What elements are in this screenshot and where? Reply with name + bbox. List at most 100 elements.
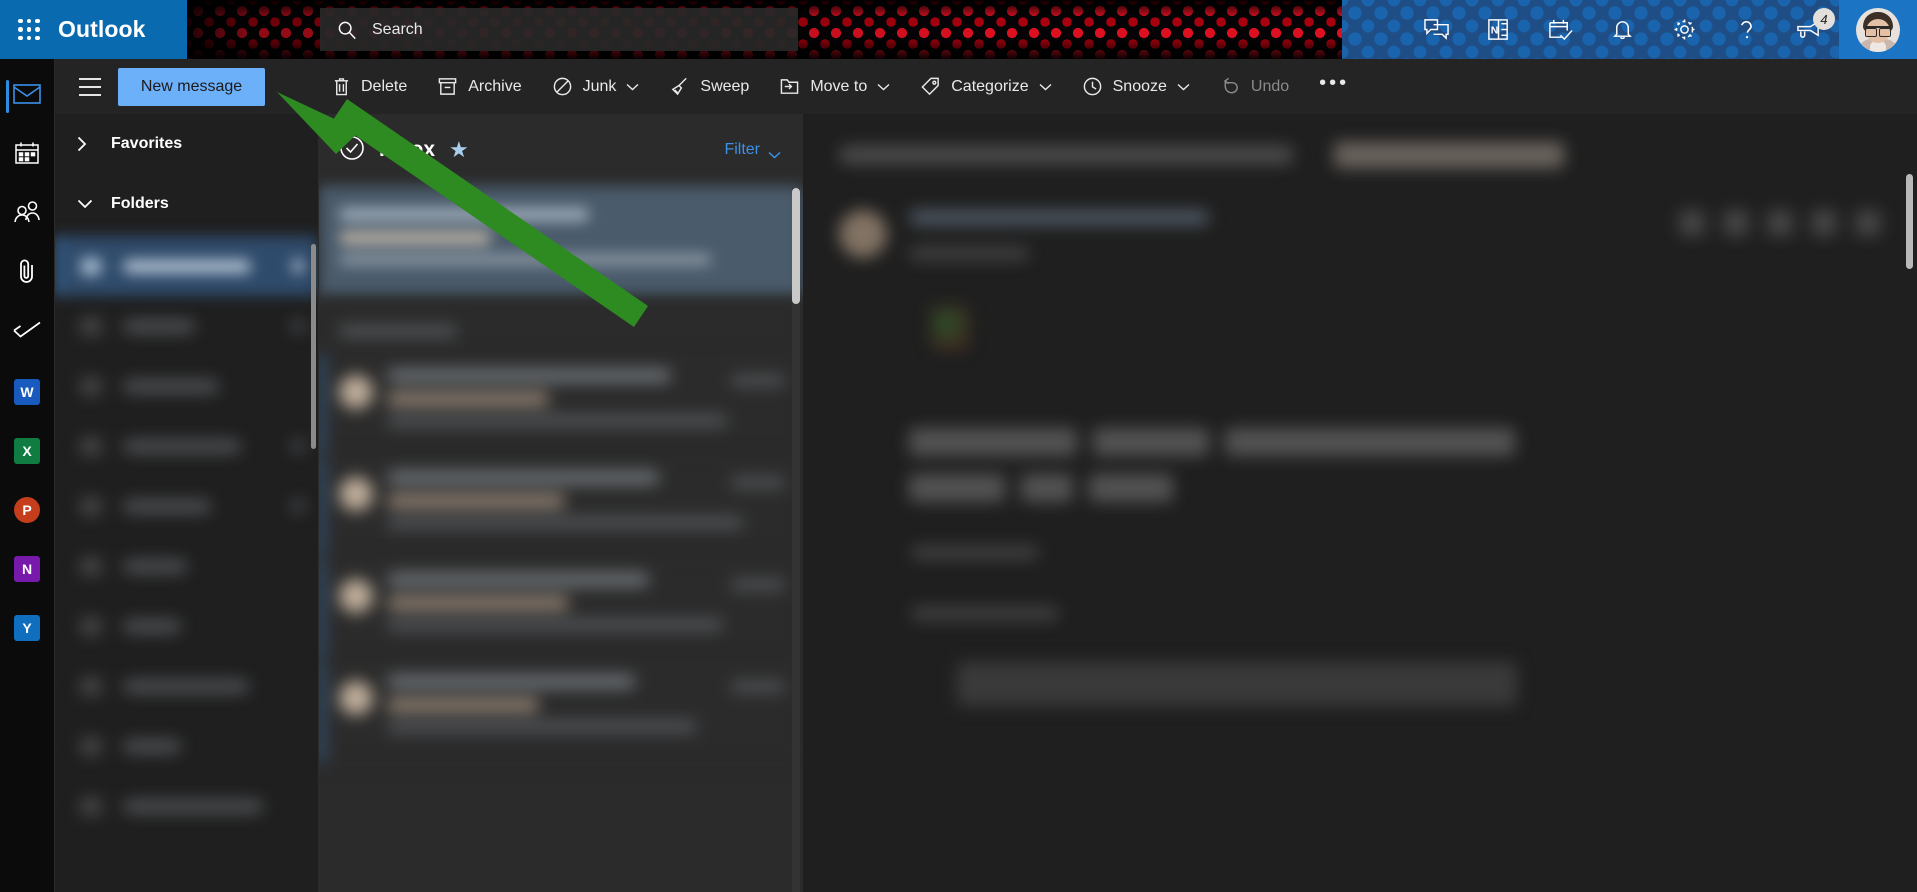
onenote-icon[interactable]: N	[1474, 0, 1522, 59]
svg-text:N: N	[1490, 24, 1498, 36]
rail-item-yammer[interactable]: Y	[0, 598, 55, 657]
body-block	[1225, 428, 1515, 456]
folder-count	[292, 440, 304, 452]
search-icon	[336, 19, 358, 41]
table-row[interactable]	[319, 456, 803, 558]
message-sender	[387, 369, 671, 382]
folder-row[interactable]	[55, 596, 318, 656]
message-sender	[387, 573, 649, 586]
folder-name	[123, 739, 181, 753]
chevron-down-icon	[626, 83, 639, 91]
search-box[interactable]: Search	[320, 8, 798, 51]
rail-item-calendar[interactable]	[0, 126, 55, 185]
message-date	[731, 375, 785, 386]
snooze-button[interactable]: Snooze	[1071, 66, 1201, 108]
avatar	[839, 210, 887, 258]
help-question-icon[interactable]	[1722, 0, 1770, 59]
rail-item-powerpoint[interactable]: P	[0, 480, 55, 539]
junk-label: Junk	[582, 77, 617, 95]
checkmark-todo-icon	[12, 320, 42, 345]
star-icon[interactable]: ★	[449, 139, 469, 161]
message-subject	[387, 495, 565, 507]
folder-name	[123, 439, 241, 453]
folders-group-header[interactable]: Folders	[55, 174, 318, 234]
folder-count	[292, 320, 304, 332]
folder-name	[123, 319, 195, 333]
message-sender	[387, 471, 659, 484]
rail-item-files[interactable]	[0, 244, 55, 303]
move-to-button[interactable]: Move to	[768, 66, 901, 108]
undo-arrow-icon	[1220, 76, 1241, 97]
whats-new-megaphone-icon[interactable]: 4	[1784, 0, 1835, 59]
rail-item-onenote[interactable]: N	[0, 539, 55, 598]
nav-toggle-hamburger-icon[interactable]	[67, 68, 113, 106]
page-title: Inbox	[379, 138, 435, 161]
body-line	[911, 546, 1039, 559]
folder-pane-scrollbar[interactable]	[311, 244, 316, 449]
rail-item-people[interactable]	[0, 185, 55, 244]
chevron-down-icon	[1039, 83, 1052, 91]
chevron-down-icon	[1177, 83, 1190, 91]
reading-pane-scrollbar[interactable]	[1906, 174, 1913, 269]
yammer-icon: Y	[14, 614, 40, 641]
table-row[interactable]	[319, 186, 803, 298]
junk-button[interactable]: Junk	[541, 66, 651, 108]
folder-row[interactable]	[55, 356, 318, 416]
chevron-down-icon	[768, 146, 781, 159]
app-rail: W X P N Y	[0, 59, 55, 892]
rail-item-to-do[interactable]	[0, 303, 55, 362]
message-sender	[909, 210, 1209, 225]
folder-row[interactable]	[55, 536, 318, 596]
ellipsis-overflow-icon: •••	[1319, 72, 1350, 94]
body-block	[909, 474, 1005, 502]
body-card	[957, 662, 1517, 706]
new-message-button[interactable]: New message	[118, 67, 265, 106]
folder-icon	[81, 677, 101, 695]
message-list-scrollbar[interactable]	[792, 188, 800, 304]
message-date	[731, 579, 785, 590]
sweep-button[interactable]: Sweep	[658, 66, 760, 108]
filter-button[interactable]: Filter	[724, 141, 781, 159]
message-embedded-logo	[931, 306, 969, 350]
favorites-group-header[interactable]: Favorites	[55, 114, 318, 174]
folder-row[interactable]	[55, 476, 318, 536]
folders-label: Folders	[111, 195, 169, 212]
undo-button[interactable]: Undo	[1209, 66, 1300, 108]
teams-chat-icon[interactable]	[1412, 0, 1460, 59]
table-row[interactable]	[319, 298, 803, 354]
folder-name	[123, 799, 263, 813]
app-title[interactable]: Outlook	[58, 16, 146, 43]
avatar[interactable]	[1839, 0, 1917, 59]
settings-gear-icon[interactable]	[1660, 0, 1708, 59]
app-launcher-grid-icon[interactable]	[14, 15, 44, 45]
folder-row[interactable]	[55, 656, 318, 716]
folder-row[interactable]	[55, 776, 318, 836]
folder-row[interactable]	[55, 296, 318, 356]
rail-item-word[interactable]: W	[0, 362, 55, 421]
folder-row[interactable]	[55, 416, 318, 476]
archive-button[interactable]: Archive	[426, 66, 532, 108]
reading-pane-actions[interactable]	[1334, 142, 1564, 168]
excel-icon: X	[14, 437, 40, 464]
categorize-button[interactable]: Categorize	[909, 66, 1062, 108]
folder-name	[123, 619, 181, 633]
select-all-checkcircle-icon[interactable]	[339, 135, 365, 166]
body-block	[1093, 428, 1209, 456]
folder-row[interactable]	[55, 716, 318, 776]
table-row[interactable]	[319, 558, 803, 660]
folder-row[interactable]	[55, 236, 318, 296]
notifications-bell-icon[interactable]	[1598, 0, 1646, 59]
table-row[interactable]	[319, 354, 803, 456]
message-preview	[387, 517, 743, 528]
message-action-icons[interactable]	[1679, 210, 1881, 236]
to-do-icon[interactable]	[1536, 0, 1584, 59]
rail-item-excel[interactable]: X	[0, 421, 55, 480]
table-row[interactable]	[319, 660, 803, 762]
message-date	[731, 477, 785, 488]
avatar	[339, 477, 373, 511]
delete-button[interactable]: Delete	[321, 66, 418, 108]
more-commands-button[interactable]: •••	[1308, 66, 1360, 108]
move-to-label: Move to	[810, 77, 868, 95]
paperclip-files-icon	[16, 257, 38, 290]
rail-item-mail[interactable]	[0, 67, 55, 126]
